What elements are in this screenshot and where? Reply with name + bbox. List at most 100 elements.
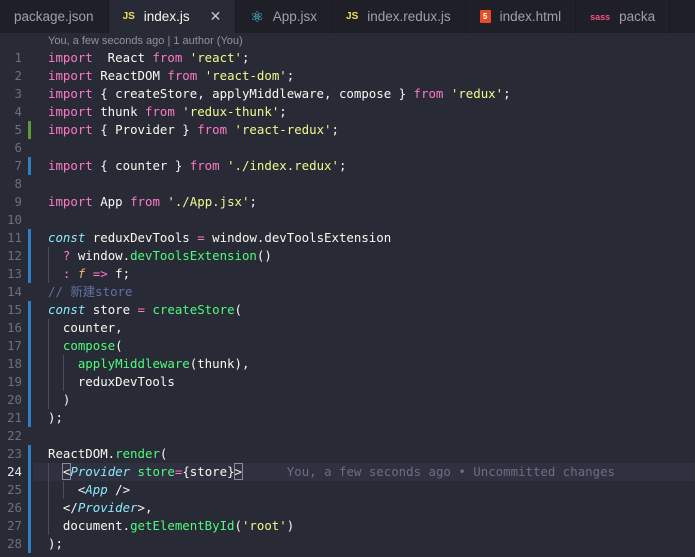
react-file-icon: ⚛: [250, 8, 264, 26]
code-token: from: [189, 158, 220, 173]
code-text: </Provider>,: [48, 499, 153, 517]
line-number: 2: [14, 68, 22, 83]
code-line[interactable]: 28);: [0, 535, 695, 553]
close-icon[interactable]: ✕: [210, 9, 222, 25]
code-line[interactable]: 14 // 新建store: [0, 283, 695, 301]
code-line[interactable]: 11 const reduxDevTools = window.devToolsE…: [0, 229, 695, 247]
code-text: document.getElementById('root'): [48, 517, 294, 535]
git-modified-gutter-marker[interactable]: [28, 319, 31, 337]
line-number: 8: [14, 176, 22, 191]
code-line[interactable]: 21);: [0, 409, 695, 427]
git-modified-gutter-marker[interactable]: [28, 445, 31, 463]
code-line[interactable]: 2 import ReactDOM from 'react-dom';: [0, 67, 695, 85]
git-blame-codelens[interactable]: You, a few seconds ago | 1 author (You): [48, 35, 243, 47]
git-modified-gutter-marker[interactable]: [28, 391, 31, 409]
code-line[interactable]: 10: [0, 211, 695, 229]
git-modified-gutter-marker[interactable]: [28, 535, 31, 553]
code-token: from: [130, 194, 160, 209]
git-modified-gutter-marker[interactable]: [28, 265, 31, 283]
code-line[interactable]: 9 import App from './App.jsx';: [0, 193, 695, 211]
tab-label: App.jsx: [272, 9, 318, 24]
tab-index-redux-js[interactable]: JS index.redux.js: [332, 0, 466, 33]
tab-label: package.json: [14, 9, 94, 24]
code-line[interactable]: 25 <App />: [0, 481, 695, 499]
code-token: 'react-dom': [204, 68, 287, 83]
git-modified-gutter-marker[interactable]: [28, 481, 31, 499]
git-modified-gutter-marker[interactable]: [28, 499, 31, 517]
code-line[interactable]: 5 import { Provider } from 'react-redux';: [0, 121, 695, 139]
code-token: =>: [92, 266, 108, 281]
git-modified-gutter-marker[interactable]: [28, 247, 31, 265]
code-line[interactable]: 15 const store = createStore(: [0, 301, 695, 319]
git-modified-gutter-marker[interactable]: [28, 301, 31, 319]
html-file-icon: 5: [479, 10, 491, 23]
line-number: 14: [7, 284, 22, 299]
code-token: from: [144, 104, 175, 119]
git-modified-gutter-marker[interactable]: [28, 355, 31, 373]
line-number: 22: [7, 428, 22, 443]
code-editor[interactable]: 1 import React from 'react'; 2 import React…: [0, 49, 695, 553]
line-number: 13: [7, 266, 22, 281]
code-token: Provider: [70, 464, 131, 479]
code-token: 'react-redux': [234, 122, 332, 137]
code-token: (: [234, 518, 242, 533]
tab-app-jsx[interactable]: ⚛ App.jsx: [236, 0, 333, 33]
code-line[interactable]: 16 counter,: [0, 319, 695, 337]
tab-packa[interactable]: sass packa: [576, 0, 671, 33]
code-line[interactable]: 17 compose(: [0, 337, 695, 355]
code-line[interactable]: 4 import thunk from 'redux-thunk';: [0, 103, 695, 121]
code-line[interactable]: 23 ReactDOM.render(: [0, 445, 695, 463]
code-token: (): [256, 248, 272, 263]
code-token: './App.jsx': [167, 194, 250, 209]
code-line[interactable]: 12 ? window.devToolsExtension(): [0, 247, 695, 265]
code-text: applyMiddleware(thunk),: [48, 355, 250, 373]
tab-index-html[interactable]: 5 index.html: [466, 0, 577, 33]
code-line[interactable]: 7 import { counter } from './index.redux'…: [0, 157, 695, 175]
code-token: (: [159, 446, 168, 461]
code-token: window.: [70, 248, 131, 263]
code-line[interactable]: 26 </Provider>,: [0, 499, 695, 517]
code-line[interactable]: 27 document.getElementById('root'): [0, 517, 695, 535]
git-added-gutter-marker[interactable]: [28, 121, 31, 139]
code-text: const reduxDevTools = window.devToolsExt…: [48, 229, 391, 247]
code-token: >: [233, 463, 244, 480]
code-text: );: [48, 535, 63, 553]
code-line[interactable]: 8: [0, 175, 695, 193]
code-line[interactable]: 20 ): [0, 391, 695, 409]
code-line[interactable]: 22: [0, 427, 695, 445]
git-modified-gutter-marker[interactable]: [28, 373, 31, 391]
git-modified-gutter-marker[interactable]: [28, 463, 31, 481]
code-line[interactable]: 13 : f => f;: [0, 265, 695, 283]
git-modified-gutter-marker[interactable]: [28, 229, 31, 247]
tab-label: index.js: [143, 9, 190, 24]
git-modified-gutter-marker[interactable]: [28, 337, 31, 355]
code-line[interactable]: 6: [0, 139, 695, 157]
git-modified-gutter-marker[interactable]: [28, 157, 31, 175]
code-line[interactable]: 1 import React from 'react';: [0, 49, 695, 67]
code-text: ? window.devToolsExtension(): [48, 247, 272, 265]
line-number: 7: [14, 158, 22, 173]
git-modified-gutter-marker[interactable]: [28, 517, 31, 535]
code-text: import thunk from 'redux-thunk';: [48, 103, 287, 121]
code-text: reduxDevTools: [48, 373, 175, 391]
line-number: 28: [7, 536, 22, 551]
code-token: from: [167, 68, 198, 83]
code-text: const store = createStore(: [48, 301, 242, 319]
tab-index-js[interactable]: JS index.js ✕: [108, 0, 237, 33]
code-token: counter,: [48, 320, 123, 335]
code-line[interactable]: 18 applyMiddleware(thunk),: [0, 355, 695, 373]
line-number: 19: [7, 374, 22, 389]
code-token: >,: [137, 500, 153, 515]
tab-package-json[interactable]: package.json: [0, 0, 109, 33]
code-line[interactable]: 24 <Provider store={store}> You, a few s…: [0, 463, 695, 481]
code-line[interactable]: 3 import { createStore, applyMiddleware, …: [0, 85, 695, 103]
code-token: React: [92, 50, 153, 65]
line-number: 24: [7, 464, 22, 479]
code-line[interactable]: 19 reduxDevTools: [0, 373, 695, 391]
git-modified-gutter-marker[interactable]: [28, 409, 31, 427]
code-token: <: [48, 482, 86, 497]
line-number: 17: [7, 338, 22, 353]
